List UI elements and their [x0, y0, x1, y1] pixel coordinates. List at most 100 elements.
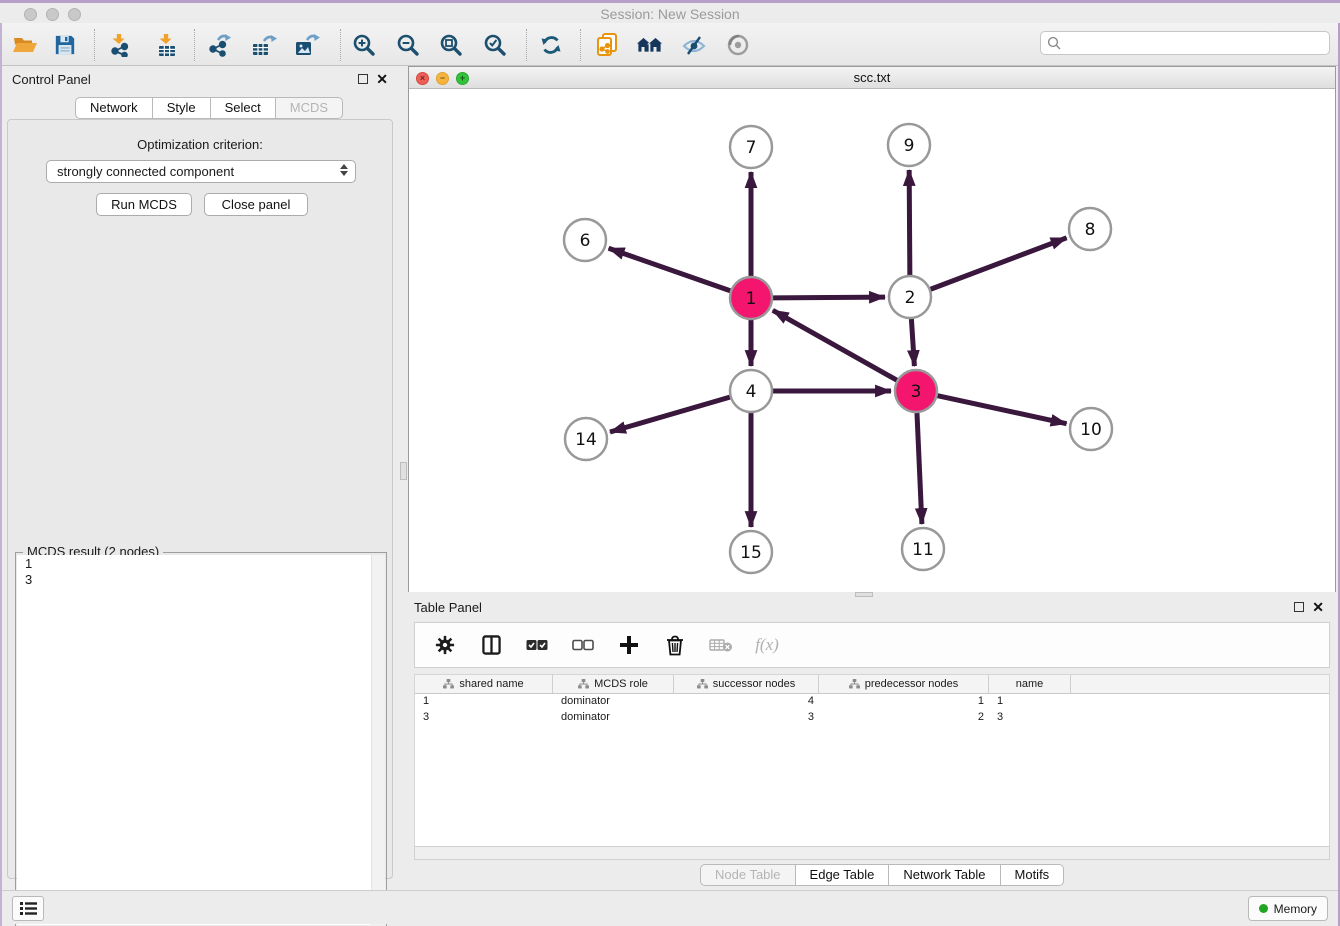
hide-selected-button[interactable] — [675, 27, 713, 63]
table-settings-button[interactable] — [433, 633, 457, 657]
export-network-button[interactable] — [201, 27, 239, 63]
table-row[interactable]: 1 dominator 4 1 1 — [415, 694, 1329, 710]
clone-network-icon — [594, 32, 620, 58]
memory-button[interactable]: Memory — [1248, 896, 1328, 921]
refresh-button[interactable] — [532, 27, 570, 63]
table-header-row: shared name MCDS role successor nodes pr… — [415, 675, 1329, 694]
close-panel-icon[interactable]: ✕ — [376, 74, 388, 84]
column-header-shared-name[interactable]: shared name — [415, 675, 553, 693]
column-header-predecessor-nodes[interactable]: predecessor nodes — [819, 675, 989, 693]
graph-edge-1-6[interactable] — [609, 248, 731, 290]
tab-style[interactable]: Style — [153, 97, 211, 119]
network-window-titlebar[interactable]: × − + scc.txt — [409, 67, 1335, 89]
table-toolbar: f(x) — [414, 622, 1330, 668]
graph-node-label: 14 — [575, 430, 597, 450]
open-file-button[interactable] — [6, 27, 44, 63]
columns-icon — [482, 635, 501, 655]
search-input[interactable] — [1061, 36, 1329, 51]
function-builder-button[interactable]: f(x) — [755, 633, 779, 657]
import-table-button[interactable] — [148, 27, 186, 63]
table-tabs: Node Table Edge Table Network Table Moti… — [700, 864, 1064, 886]
graph-edge-2-9[interactable] — [909, 170, 910, 275]
zoom-selected-button[interactable] — [476, 27, 514, 63]
close-panel-button[interactable]: Close panel — [204, 193, 308, 216]
mcds-result-line: 3 — [17, 571, 371, 587]
delete-column-button[interactable] — [663, 633, 687, 657]
delete-table-icon — [709, 637, 733, 653]
tab-network[interactable]: Network — [75, 97, 153, 119]
import-table-icon — [155, 33, 179, 57]
table-hscrollbar-track[interactable] — [414, 846, 1330, 860]
export-table-button[interactable] — [245, 27, 283, 63]
zoom-fit-button[interactable] — [432, 27, 470, 63]
show-all-button[interactable] — [719, 27, 757, 63]
column-header-name[interactable]: name — [989, 675, 1071, 693]
graph-node-label: 9 — [904, 136, 915, 156]
zoom-out-button[interactable] — [389, 27, 427, 63]
export-image-icon — [294, 33, 320, 57]
deselect-all-button[interactable] — [571, 633, 595, 657]
column-header-mcds-role[interactable]: MCDS role — [553, 675, 674, 693]
split-divider-vertical[interactable] — [400, 68, 408, 890]
close-panel-icon[interactable]: ✕ — [1312, 602, 1324, 612]
export-image-button[interactable] — [288, 27, 326, 63]
cell-name: 1 — [989, 694, 1071, 710]
save-icon — [54, 34, 76, 56]
network-canvas[interactable]: 7968124314101511 — [409, 89, 1335, 592]
tab-motifs[interactable]: Motifs — [1001, 864, 1065, 886]
optimization-criterion-label: Optimization criterion: — [8, 137, 392, 152]
first-neighbors-button[interactable] — [631, 27, 669, 63]
tab-select[interactable]: Select — [211, 97, 276, 119]
mcds-result-textarea[interactable]: 1 3 — [17, 555, 371, 925]
graph-edge-2-3[interactable] — [911, 319, 914, 366]
cell-predecessor-nodes: 1 — [819, 694, 989, 710]
select-all-button[interactable] — [525, 633, 549, 657]
graph-edge-2-8[interactable] — [931, 238, 1067, 289]
import-network-button[interactable] — [101, 27, 139, 63]
cell-successor-nodes: 3 — [674, 710, 819, 726]
tab-network-table[interactable]: Network Table — [889, 864, 1000, 886]
cell-shared-name: 1 — [415, 694, 553, 710]
graph-node-label: 2 — [905, 288, 916, 308]
graph-edge-3-1[interactable] — [773, 310, 897, 380]
graph-node-label: 4 — [746, 382, 757, 402]
clone-network-button[interactable] — [588, 27, 626, 63]
tab-node-table[interactable]: Node Table — [700, 864, 796, 886]
graph-edge-4-14[interactable] — [610, 397, 730, 432]
float-panel-icon[interactable] — [1294, 602, 1304, 612]
control-panel: Control Panel ✕ Network Style Select MCD… — [2, 68, 400, 890]
tab-edge-table[interactable]: Edge Table — [796, 864, 890, 886]
graph-edge-1-2[interactable] — [773, 297, 885, 298]
status-bar: Memory — [2, 890, 1338, 924]
graph-edge-3-10[interactable] — [937, 396, 1066, 424]
add-column-button[interactable] — [617, 633, 641, 657]
graph-node-label: 11 — [912, 540, 934, 560]
save-session-button[interactable] — [46, 27, 84, 63]
graph-edge-3-11[interactable] — [917, 413, 922, 524]
delete-table-button[interactable] — [709, 633, 733, 657]
run-mcds-button[interactable]: Run MCDS — [96, 193, 192, 216]
column-selector-button[interactable] — [479, 633, 503, 657]
divider-grip-icon[interactable] — [400, 462, 407, 480]
table-row[interactable]: 3 dominator 3 2 3 — [415, 710, 1329, 726]
import-network-icon — [108, 33, 132, 57]
column-header-successor-nodes[interactable]: successor nodes — [674, 675, 819, 693]
attribute-icon — [849, 679, 860, 689]
network-graph: 7968124314101511 — [409, 89, 1335, 592]
zoom-in-button[interactable] — [345, 27, 383, 63]
select-stepper-icon — [340, 164, 348, 176]
optimization-criterion-select[interactable]: strongly connected component — [46, 160, 356, 183]
window-title: Session: New Session — [0, 6, 1340, 22]
tab-mcds[interactable]: MCDS — [276, 97, 343, 119]
toolbar-separator — [580, 29, 581, 61]
result-scrollbar-track[interactable] — [371, 555, 385, 925]
memory-status-icon — [1259, 904, 1268, 913]
graph-node-label: 15 — [740, 543, 762, 563]
graph-node-label: 3 — [911, 382, 922, 402]
search-field[interactable] — [1040, 31, 1330, 55]
toolbar-separator — [194, 29, 195, 61]
export-network-icon — [208, 33, 232, 57]
mcds-panel: Optimization criterion: strongly connect… — [7, 119, 393, 879]
float-panel-icon[interactable] — [358, 74, 368, 84]
task-history-button[interactable] — [12, 896, 44, 921]
